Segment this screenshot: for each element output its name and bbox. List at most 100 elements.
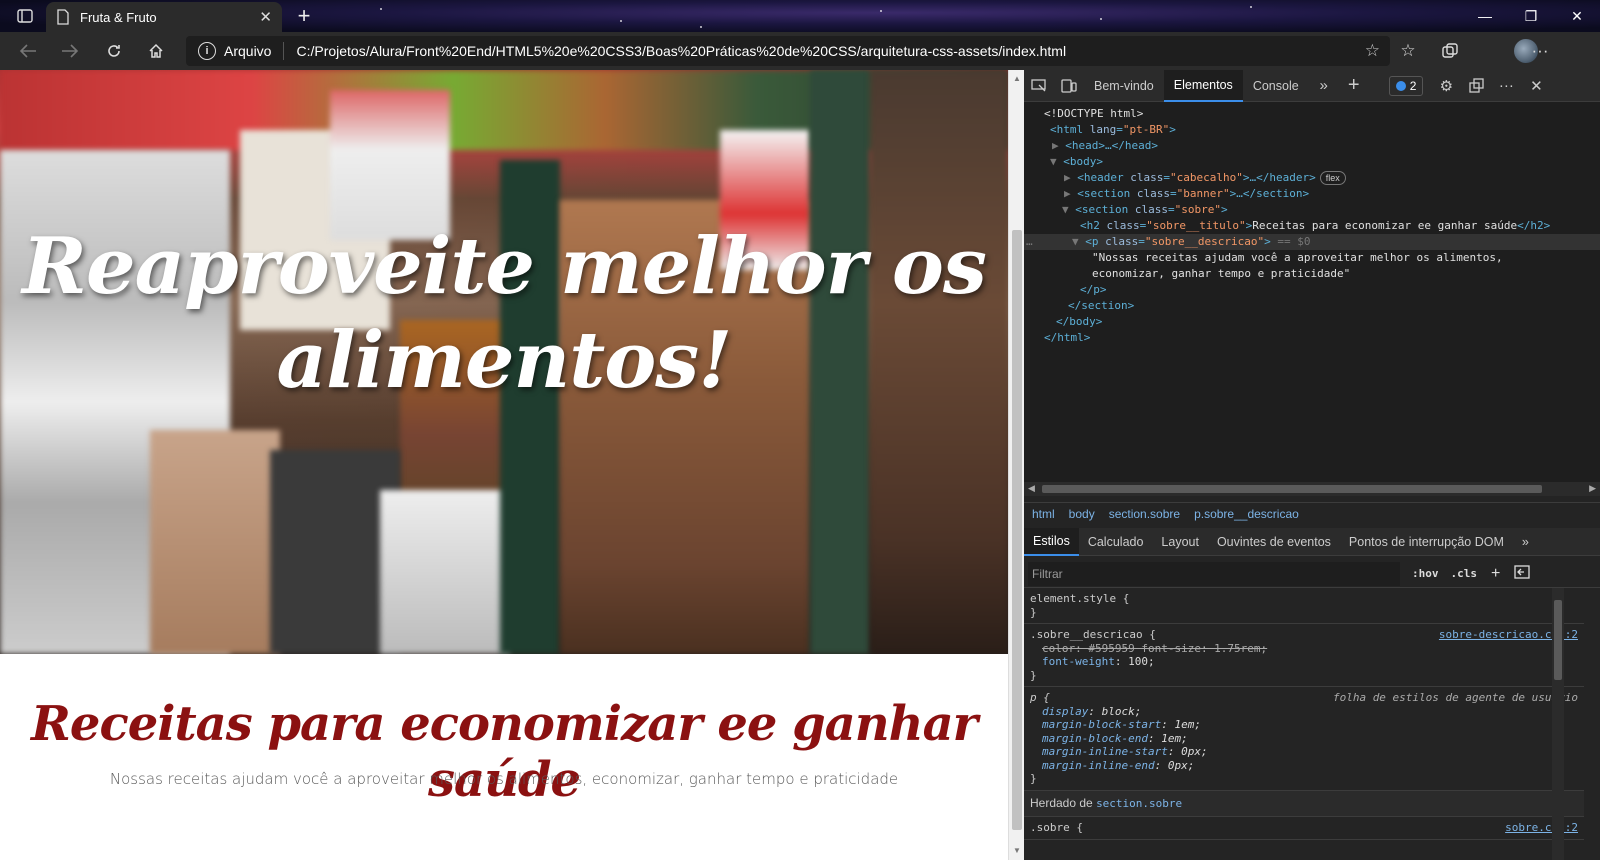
- breadcrumb-body[interactable]: body: [1069, 507, 1095, 521]
- expand-icon[interactable]: ▶: [1064, 171, 1077, 184]
- dom-horizontal-scrollbar[interactable]: ◀ ▶: [1024, 482, 1600, 496]
- dom-node-section-close[interactable]: </section>: [1024, 298, 1600, 314]
- url-text[interactable]: C:/Projetos/Alura/Front%20End/HTML5%20e%…: [296, 43, 1066, 59]
- style-property-invalid[interactable]: ▲color: #595959 font-size: 1.75rem;: [1024, 642, 1578, 656]
- collections-icon[interactable]: [1434, 36, 1466, 66]
- style-property[interactable]: margin-block-end: 1em;: [1030, 732, 1578, 746]
- scroll-up-icon[interactable]: ▲: [1012, 74, 1022, 84]
- inherited-from-link[interactable]: section.sobre: [1096, 797, 1182, 810]
- scroll-down-icon[interactable]: ▼: [1012, 846, 1022, 856]
- tab-layout[interactable]: Layout: [1152, 528, 1208, 556]
- flex-badge[interactable]: flex: [1319, 171, 1346, 185]
- site-info-icon[interactable]: i: [198, 42, 216, 60]
- hover-state-button[interactable]: :hov: [1412, 567, 1439, 580]
- home-icon[interactable]: [140, 36, 172, 66]
- style-property[interactable]: margin-block-start: 1em;: [1030, 718, 1578, 732]
- rule-selector[interactable]: .sobre {: [1030, 821, 1578, 835]
- refresh-icon[interactable]: [98, 36, 130, 66]
- styles-pane[interactable]: element.style { } sobre-descricao.css:2 …: [1024, 588, 1584, 860]
- dom-node-section-banner[interactable]: ▶ <section class="banner">…</section>: [1024, 186, 1600, 202]
- breadcrumb-p[interactable]: p.sobre__descricao: [1194, 507, 1299, 521]
- style-property[interactable]: margin-inline-start: 0px;: [1030, 745, 1578, 759]
- dom-node-section-sobre[interactable]: ▼ <section class="sobre">: [1024, 202, 1600, 218]
- back-icon[interactable]: [12, 36, 44, 66]
- device-emulation-icon[interactable]: [1054, 71, 1084, 101]
- dom-scroll-thumb[interactable]: [1042, 485, 1542, 493]
- rule-user-agent-p[interactable]: folha de estilos de agente de usuário p …: [1024, 687, 1584, 791]
- tab-dom-breakpoints[interactable]: Pontos de interrupção DOM: [1340, 528, 1513, 556]
- styles-filter-input[interactable]: Filtrar: [1028, 561, 1400, 586]
- tab-computed[interactable]: Calculado: [1079, 528, 1153, 556]
- breadcrumb-section[interactable]: section.sobre: [1109, 507, 1180, 521]
- element-style-selector[interactable]: element.style {: [1030, 592, 1578, 606]
- close-devtools-icon[interactable]: ✕: [1521, 71, 1551, 101]
- dom-node-h2[interactable]: <h2 class="sobre__titulo">Receitas para …: [1024, 218, 1600, 234]
- close-tab-icon[interactable]: ✕: [259, 8, 272, 26]
- favorites-icon[interactable]: ☆: [1392, 36, 1424, 66]
- dom-node-p-selected[interactable]: … ▼ <p class="sobre__descricao"> == $0: [1024, 234, 1600, 250]
- restore-button[interactable]: ❐: [1508, 0, 1554, 32]
- devtools-more-icon[interactable]: ···: [1491, 71, 1521, 101]
- collapse-icon[interactable]: ▼: [1050, 155, 1063, 168]
- tab-styles[interactable]: Estilos: [1024, 527, 1079, 556]
- dom-node-html-close[interactable]: </html>: [1024, 330, 1600, 346]
- page-scrollbar[interactable]: ▲ ▼: [1008, 70, 1024, 860]
- new-rule-icon[interactable]: +: [1491, 565, 1500, 583]
- new-tab-button[interactable]: +: [290, 3, 318, 28]
- dom-text-node[interactable]: economizar, ganhar tempo e praticidade": [1024, 266, 1600, 282]
- dom-node-p-close[interactable]: </p>: [1024, 282, 1600, 298]
- dom-node-body-close[interactable]: </body>: [1024, 314, 1600, 330]
- rule-element-style[interactable]: element.style { }: [1024, 588, 1584, 624]
- close-window-button[interactable]: ✕: [1554, 0, 1600, 32]
- more-subtabs-icon[interactable]: »: [1513, 528, 1538, 556]
- styles-scroll-thumb[interactable]: [1554, 600, 1562, 680]
- settings-gear-icon[interactable]: ⚙: [1431, 71, 1461, 101]
- add-tab-icon[interactable]: +: [1339, 71, 1369, 101]
- collapse-icon[interactable]: ▼: [1062, 203, 1075, 216]
- dom-tree[interactable]: <!DOCTYPE html> <html lang="pt-BR"> ▶ <h…: [1024, 102, 1600, 482]
- dock-icon[interactable]: [1461, 71, 1491, 101]
- dom-node-header[interactable]: ▶ <header class="cabecalho">…</header> fl…: [1024, 170, 1600, 186]
- class-toggle-button[interactable]: .cls: [1451, 567, 1478, 580]
- style-property[interactable]: display: block;: [1030, 705, 1578, 719]
- dom-node-doctype[interactable]: <!DOCTYPE html>: [1024, 106, 1600, 122]
- scroll-right-icon[interactable]: ▶: [1589, 483, 1596, 494]
- favorite-add-icon[interactable]: ☆: [1365, 41, 1380, 61]
- browser-tab[interactable]: Fruta & Fruto ✕: [46, 2, 282, 32]
- dom-node-html[interactable]: <html lang="pt-BR">: [1024, 122, 1600, 138]
- property-value[interactable]: 100;: [1128, 655, 1155, 668]
- style-property[interactable]: margin-inline-end: 0px;: [1030, 759, 1578, 773]
- protocol-label[interactable]: Arquivo: [224, 43, 271, 59]
- dom-node-head[interactable]: ▶ <head>…</head>: [1024, 138, 1600, 154]
- tab-console[interactable]: Console: [1243, 70, 1309, 102]
- address-bar[interactable]: i Arquivo C:/Projetos/Alura/Front%20End/…: [186, 36, 1390, 66]
- property-name[interactable]: font-weight: [1042, 655, 1115, 668]
- expand-icon[interactable]: ▶: [1052, 139, 1065, 152]
- gutter-more-icon[interactable]: …: [1026, 234, 1033, 250]
- breadcrumb-html[interactable]: html: [1032, 507, 1055, 521]
- styles-scrollbar[interactable]: [1552, 588, 1564, 860]
- style-property[interactable]: font-weight: 100;: [1030, 655, 1578, 669]
- rule-sobre[interactable]: sobre.css:2 .sobre {: [1024, 817, 1584, 840]
- scroll-left-icon[interactable]: ◀: [1028, 483, 1035, 494]
- issues-badge[interactable]: 2: [1388, 75, 1424, 96]
- tab-event-listeners[interactable]: Ouvintes de eventos: [1208, 528, 1340, 556]
- rule-sobre-descricao[interactable]: sobre-descricao.css:2 .sobre__descricao …: [1024, 624, 1584, 687]
- attr-value: "sobre": [1174, 203, 1221, 216]
- expand-icon[interactable]: ▶: [1064, 187, 1077, 200]
- struck-property[interactable]: color: #595959 font-size: 1.75rem;: [1042, 642, 1267, 655]
- toggle-sidebar-icon[interactable]: [1514, 565, 1530, 582]
- page-scroll-thumb[interactable]: [1012, 230, 1022, 830]
- dom-text-node[interactable]: "Nossas receitas ajudam você a aproveita…: [1024, 250, 1600, 266]
- minimize-button[interactable]: —: [1462, 0, 1508, 32]
- more-icon[interactable]: ···: [1524, 36, 1556, 66]
- dom-node-body[interactable]: ▼ <body>: [1024, 154, 1600, 170]
- inspect-icon[interactable]: [1024, 71, 1054, 101]
- tab-actions-icon[interactable]: [8, 4, 42, 28]
- rule-source-link[interactable]: sobre.css:2: [1505, 821, 1578, 835]
- tab-welcome[interactable]: Bem-vindo: [1084, 70, 1164, 102]
- tab-elements[interactable]: Elementos: [1163, 69, 1243, 102]
- more-tabs-icon[interactable]: »: [1309, 71, 1339, 101]
- forward-icon[interactable]: [54, 36, 86, 66]
- collapse-icon[interactable]: ▼: [1072, 235, 1085, 248]
